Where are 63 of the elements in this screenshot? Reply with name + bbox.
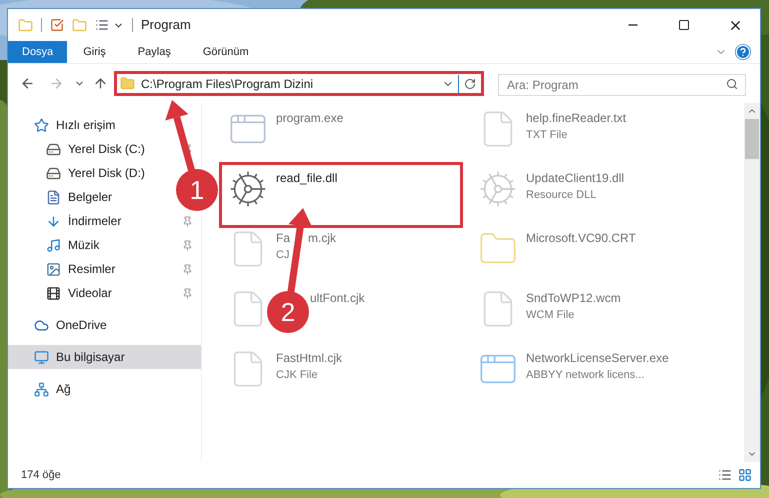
back-icon[interactable] xyxy=(20,76,35,91)
sidebar-label[interactable]: İndirmeler xyxy=(68,212,122,230)
maximize-icon[interactable] xyxy=(678,19,690,31)
search-field[interactable]: Ara: Program xyxy=(498,74,746,96)
file-name[interactable]: SndToWP12.wcm xyxy=(526,289,621,307)
monitor-icon xyxy=(34,350,49,364)
large-icons-view-icon[interactable] xyxy=(738,468,752,482)
sidebar-label[interactable]: Belgeler xyxy=(68,188,112,206)
sidebar-label[interactable]: Bu bilgisayar xyxy=(56,348,125,366)
refresh-icon[interactable] xyxy=(464,78,476,90)
up-icon[interactable] xyxy=(93,76,108,91)
file-type: TXT File xyxy=(526,128,568,143)
scrollbar[interactable] xyxy=(744,103,760,462)
file-type: ABBYY network licens... xyxy=(526,368,644,383)
file-name[interactable]: read_file.dll xyxy=(276,169,338,187)
sidebar-label[interactable]: Hızlı erişim xyxy=(56,116,116,134)
sidebar-label[interactable]: Yerel Disk (C:) xyxy=(68,140,145,158)
music-note-icon xyxy=(46,238,61,252)
image-icon xyxy=(46,262,61,276)
properties-icon[interactable] xyxy=(50,18,64,32)
scroll-thumb[interactable] xyxy=(745,119,759,159)
file-name[interactable]: program.exe xyxy=(276,109,344,127)
sidebar-label[interactable]: Müzik xyxy=(68,236,100,254)
sidebar-label[interactable]: Ağ xyxy=(56,380,71,398)
file-name[interactable]: help.fineReader.txt xyxy=(526,109,626,127)
drive-icon xyxy=(46,142,61,156)
file-name[interactable]: NetworkLicenseServer.exe xyxy=(526,349,669,367)
file-name[interactable]: ultFont.cjk xyxy=(310,289,365,307)
file-type: CJ xyxy=(276,248,290,263)
ribbon-tab[interactable]: Dosya xyxy=(8,41,68,63)
help-icon[interactable] xyxy=(735,44,751,60)
search-icon[interactable] xyxy=(726,78,738,90)
folder-icon xyxy=(120,76,135,91)
details-view-icon[interactable] xyxy=(718,468,732,482)
sidebar-item[interactable]: Bu bilgisayar xyxy=(8,345,201,369)
file-name[interactable]: m.cjk xyxy=(308,229,336,247)
star-icon xyxy=(34,118,49,132)
address-bar[interactable]: C:\Program Files\Program Dizini xyxy=(114,71,484,96)
address-path: C:\Program Files\Program Dizini xyxy=(141,76,314,92)
network-icon xyxy=(34,382,49,396)
sidebar-label[interactable]: Resimler xyxy=(68,260,116,278)
file-type: CJK File xyxy=(276,368,318,383)
file-type: WCM File xyxy=(526,308,574,323)
ribbon-tab[interactable]: Paylaş xyxy=(124,41,185,63)
item-count: 174 öğe xyxy=(21,468,61,483)
cloud-icon xyxy=(34,318,49,332)
document-icon xyxy=(46,190,61,204)
view-icon[interactable] xyxy=(95,18,109,32)
window-title: Program xyxy=(141,16,191,34)
download-icon xyxy=(46,214,61,228)
file-name[interactable]: Microsoft.VC90.CRT xyxy=(526,229,636,247)
ribbon-tab[interactable]: Giriş xyxy=(69,41,120,63)
sidebar-label[interactable]: OneDrive xyxy=(56,316,107,334)
file-name[interactable]: FastHtml.cjk xyxy=(276,349,342,367)
drive-icon xyxy=(46,166,61,180)
file-name[interactable]: UpdateClient19.dll xyxy=(526,169,624,187)
film-icon xyxy=(46,286,61,300)
file-type: Resource DLL xyxy=(526,188,596,203)
callout-arrow xyxy=(165,100,196,172)
sidebar-label[interactable]: Videolar xyxy=(68,284,112,302)
ribbon-tab[interactable]: Görünüm xyxy=(188,41,263,63)
sidebar-label[interactable]: Yerel Disk (D:) xyxy=(68,164,145,182)
file-name[interactable]: Fa xyxy=(276,229,290,247)
